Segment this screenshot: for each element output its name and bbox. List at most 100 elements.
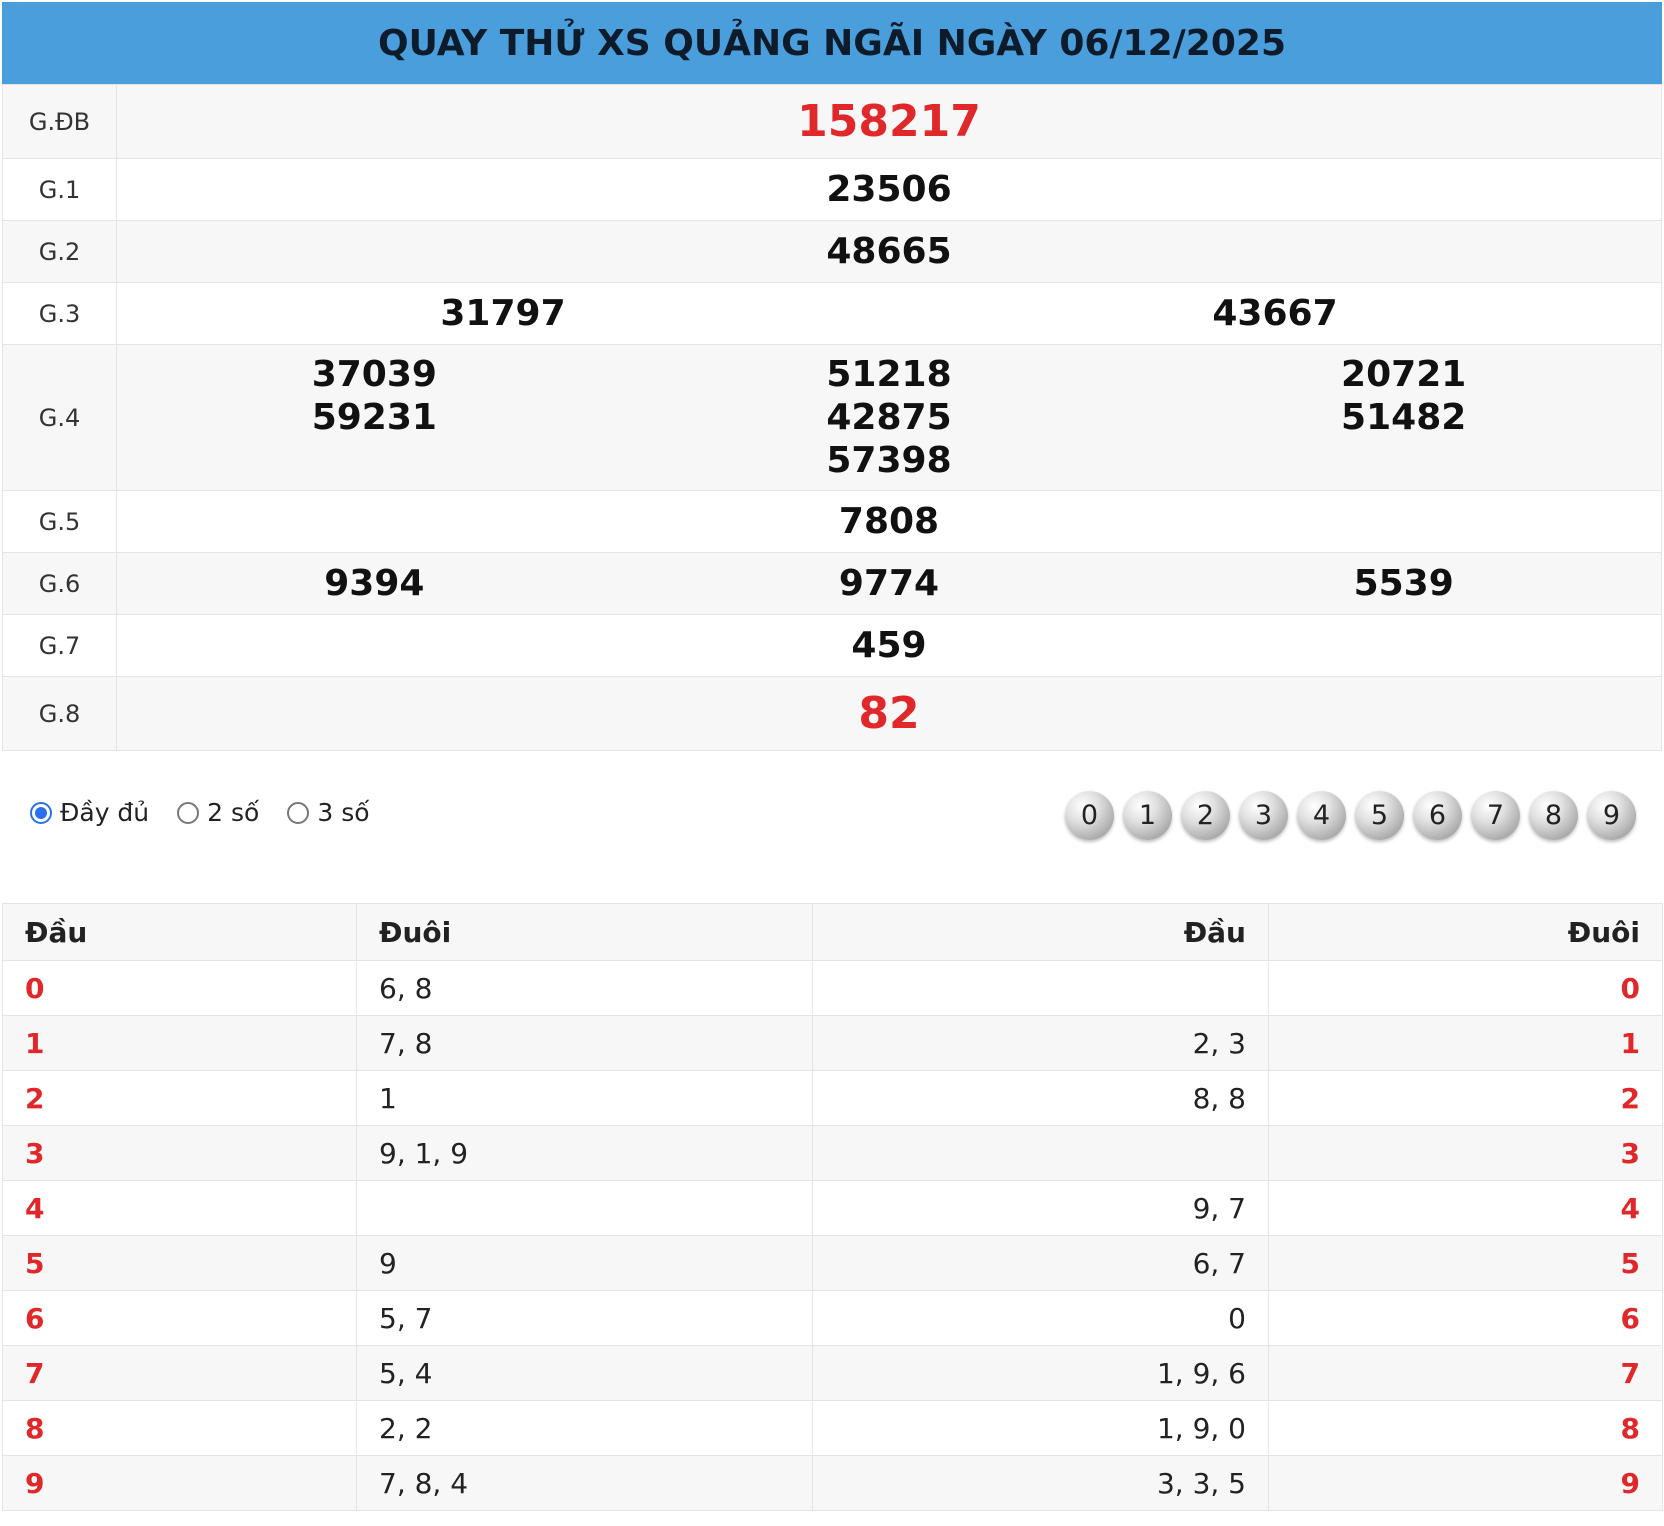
prize-number: 5539 — [1353, 563, 1454, 604]
tail-list: 7, 8 — [356, 1015, 813, 1071]
head-list — [812, 960, 1269, 1016]
col-header-dau: Đầu — [2, 903, 357, 961]
tail-digit: 7 — [1268, 1345, 1663, 1401]
prize-number: 9394 — [324, 563, 425, 604]
head-digit: 7 — [2, 1345, 357, 1401]
tail-list: 9 — [356, 1235, 813, 1291]
prize-number: 23506 — [826, 169, 952, 210]
loto-header-row: Đầu Đuôi Đầu Đuôi — [2, 903, 1663, 961]
digit-button-5[interactable]: 5 — [1355, 791, 1404, 840]
radio-label: 3 số — [317, 798, 370, 827]
tail-list: 5, 7 — [356, 1290, 813, 1346]
head-digit: 6 — [2, 1290, 357, 1346]
head-digit: 9 — [2, 1455, 357, 1511]
digit-button-9[interactable]: 9 — [1587, 791, 1636, 840]
prize-label: G.4 — [2, 344, 117, 491]
special-prize-number: 158217 — [797, 96, 981, 147]
tail-digit: 9 — [1268, 1455, 1663, 1511]
head-list: 6, 7 — [812, 1235, 1269, 1291]
prize-row-5: G.5 7808 — [2, 490, 1662, 553]
head-list: 8, 8 — [812, 1070, 1269, 1126]
tail-digit: 5 — [1268, 1235, 1663, 1291]
digit-button-6[interactable]: 6 — [1413, 791, 1462, 840]
radio-dot[interactable] — [30, 801, 52, 824]
head-digit: 4 — [2, 1180, 357, 1236]
table-row: 9 7, 8, 4 3, 3, 5 9 — [2, 1455, 1663, 1511]
head-digit: 0 — [2, 960, 357, 1016]
filter-2-digit-radio[interactable]: 2 số — [177, 798, 259, 827]
head-digit: 8 — [2, 1400, 357, 1456]
tail-digit: 1 — [1268, 1015, 1663, 1071]
table-row: 1 7, 8 2, 3 1 — [2, 1015, 1663, 1071]
table-row: 2 1 8, 8 2 — [2, 1070, 1663, 1126]
results-table: G.ĐB 158217 G.1 23506 G.2 48665 G.3 3179… — [2, 84, 1662, 751]
prize-number: 51218 — [826, 354, 952, 395]
table-row: 6 5, 7 0 6 — [2, 1290, 1663, 1346]
radio-dot[interactable] — [287, 801, 310, 824]
prize-number: 82 — [858, 688, 920, 739]
prize-label: G.8 — [2, 676, 117, 751]
digit-button-2[interactable]: 2 — [1181, 791, 1230, 840]
digit-button-3[interactable]: 3 — [1239, 791, 1288, 840]
prize-number: 59231 — [311, 397, 437, 438]
prize-label: G.5 — [2, 490, 117, 553]
head-list: 9, 7 — [812, 1180, 1269, 1236]
filter-3-digit-radio[interactable]: 3 số — [287, 798, 370, 827]
head-list: 2, 3 — [812, 1015, 1269, 1071]
tail-list: 2, 2 — [356, 1400, 813, 1456]
tail-digit: 2 — [1268, 1070, 1663, 1126]
prize-row-7: G.7 459 — [2, 614, 1662, 677]
tail-list: 9, 1, 9 — [356, 1125, 813, 1181]
tail-digit: 4 — [1268, 1180, 1663, 1236]
prize-row-db: G.ĐB 158217 — [2, 84, 1662, 159]
tail-digit: 6 — [1268, 1290, 1663, 1346]
digit-button-1[interactable]: 1 — [1123, 791, 1172, 840]
table-row: 8 2, 2 1, 9, 0 8 — [2, 1400, 1663, 1456]
radio-dot[interactable] — [177, 801, 200, 824]
table-row: 7 5, 4 1, 9, 6 7 — [2, 1345, 1663, 1401]
page-title: QUAY THỬ XS QUẢNG NGÃI NGÀY 06/12/2025 — [2, 2, 1662, 84]
prize-number: 57398 — [826, 440, 952, 481]
prize-number: 37039 — [311, 354, 437, 395]
head-digit: 2 — [2, 1070, 357, 1126]
digit-button-0[interactable]: 0 — [1065, 791, 1114, 840]
digit-highlight-buttons: 0 1 2 3 4 5 6 7 8 9 — [1065, 791, 1636, 840]
prize-number: 42875 — [826, 397, 952, 438]
tail-list: 1 — [356, 1070, 813, 1126]
head-list: 1, 9, 6 — [812, 1345, 1269, 1401]
prize-row-8: G.8 82 — [2, 676, 1662, 751]
digit-button-8[interactable]: 8 — [1529, 791, 1578, 840]
col-header-duoi: Đuôi — [356, 903, 813, 961]
prize-number: 31797 — [440, 293, 566, 334]
table-row: 3 9, 1, 9 3 — [2, 1125, 1663, 1181]
prize-label: G.6 — [2, 552, 117, 615]
prize-label: G.7 — [2, 614, 117, 677]
prize-number: 459 — [851, 625, 927, 666]
radio-label: Đầy đủ — [60, 798, 150, 827]
prize-label: G.3 — [2, 282, 117, 345]
head-digit: 3 — [2, 1125, 357, 1181]
loto-table: Đầu Đuôi Đầu Đuôi 0 6, 8 0 1 7, 8 2, 3 1… — [2, 903, 1663, 1511]
prize-row-4: G.4 37039 59231 51218 42875 57398 20721 … — [2, 344, 1662, 491]
prize-row-6: G.6 9394 9774 5539 — [2, 552, 1662, 615]
digit-button-7[interactable]: 7 — [1471, 791, 1520, 840]
tail-digit: 8 — [1268, 1400, 1663, 1456]
display-filter: Đầy đủ 2 số 3 số — [30, 798, 398, 827]
filter-full-radio[interactable]: Đầy đủ — [30, 798, 149, 827]
prize-number: 43667 — [1212, 293, 1338, 334]
head-digit: 1 — [2, 1015, 357, 1071]
prize-number: 48665 — [826, 231, 952, 272]
prize-row-1: G.1 23506 — [2, 158, 1662, 221]
col-header-duoi: Đuôi — [1268, 903, 1663, 961]
prize-label: G.2 — [2, 220, 117, 283]
tail-list — [356, 1180, 813, 1236]
prize-row-3: G.3 31797 43667 — [2, 282, 1662, 345]
prize-number: 9774 — [838, 563, 940, 604]
head-list: 1, 9, 0 — [812, 1400, 1269, 1456]
table-row: 0 6, 8 0 — [2, 960, 1663, 1016]
prize-number: 20721 — [1341, 354, 1467, 395]
table-row: 4 9, 7 4 — [2, 1180, 1663, 1236]
digit-button-4[interactable]: 4 — [1297, 791, 1346, 840]
head-list: 0 — [812, 1290, 1269, 1346]
tail-digit: 0 — [1268, 960, 1663, 1016]
